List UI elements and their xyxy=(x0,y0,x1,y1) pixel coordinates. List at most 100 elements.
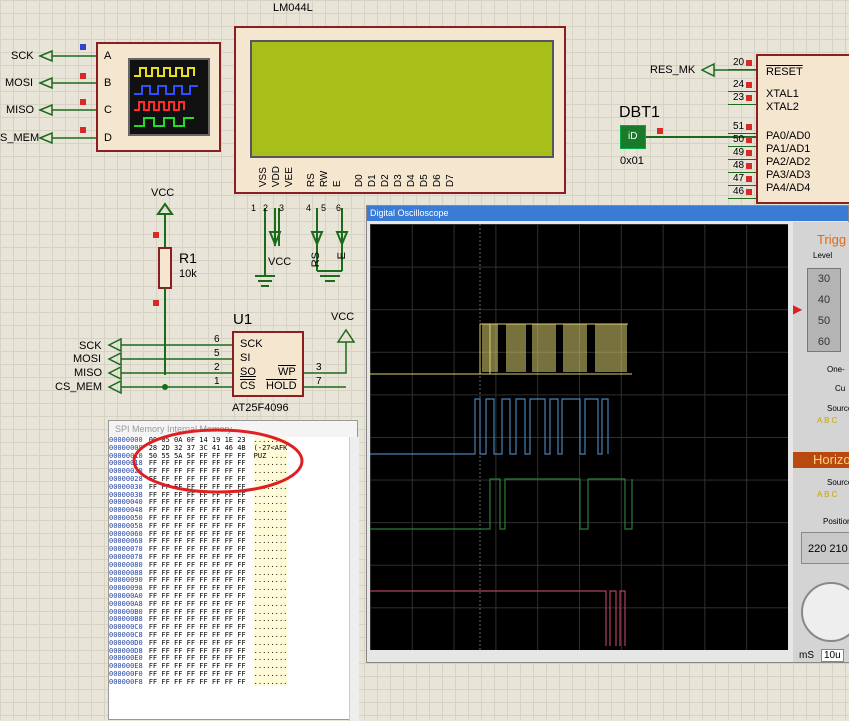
hex-address: 000000C8 xyxy=(109,630,143,639)
trace-d xyxy=(370,590,626,646)
lcd-pin: D5 xyxy=(419,174,430,188)
level-tick: 40 xyxy=(817,294,831,306)
mcu-pin-name: XTAL2 xyxy=(766,101,799,113)
pin-a-label: A xyxy=(104,50,112,62)
pin-marker xyxy=(746,82,752,88)
resistor-name: R1 xyxy=(179,250,197,266)
dbt-value: 0x01 xyxy=(620,155,644,167)
hex-ascii: ........ xyxy=(253,545,288,554)
lcd-pin-num: 3 xyxy=(279,203,285,213)
lcd-pin: D7 xyxy=(445,174,456,188)
lcd-pin: VSS xyxy=(258,167,269,188)
timebase-knob[interactable] xyxy=(801,582,849,642)
hex-address: 00000058 xyxy=(109,521,143,530)
hex-bytes: FF FF FF FF FF FF FF FF xyxy=(148,545,246,554)
hex-address: 00000040 xyxy=(109,498,143,507)
hex-scrollbar[interactable] xyxy=(349,437,359,721)
debug-terminal-icon[interactable]: iD xyxy=(620,125,646,149)
level-dial[interactable]: 30 40 50 60 xyxy=(807,268,841,352)
pin-marker xyxy=(746,95,752,101)
level-tick: 60 xyxy=(817,336,831,348)
mcu-pin-number: 51 xyxy=(733,121,745,132)
hex-address: 000000A0 xyxy=(109,591,143,600)
hex-address: 000000E8 xyxy=(109,662,143,671)
vcc-label: VCC xyxy=(151,187,175,199)
e-label: E xyxy=(336,252,348,260)
mcu-pin-number: 48 xyxy=(733,160,745,171)
hex-bytes: FF FF FF FF FF FF FF FF xyxy=(148,560,246,569)
trigger-heading: Trigg xyxy=(817,232,847,247)
pin-marker xyxy=(746,189,752,195)
hex-bytes: FF FF FF FF FF FF FF FF xyxy=(148,623,246,632)
mcu-component[interactable]: RESET XTAL1 XTAL2 PA0/AD0 PA1/AD1 PA2/AD2 PA3/… xyxy=(756,54,849,204)
hex-bytes: FF FF FF FF FF FF FF FF xyxy=(148,521,246,530)
hex-ascii: ........ xyxy=(253,662,288,671)
hex-address: 00000078 xyxy=(109,552,143,561)
hex-ascii: ........ xyxy=(253,498,288,507)
source-options: A B C xyxy=(817,490,838,499)
hex-address: 000000D0 xyxy=(109,638,143,647)
hex-ascii: ........ xyxy=(253,591,288,600)
level-tick: 30 xyxy=(817,273,831,285)
mcu-pin-name: PA2/AD2 xyxy=(766,156,811,168)
u1-part: AT25F4096 xyxy=(232,402,289,414)
hex-ascii: ........ xyxy=(253,513,288,522)
lcd-component[interactable]: VSS VDD VEE RS RW E D0 D1 D2 D3 D4 D5 D6… xyxy=(234,26,566,194)
hex-address: 000000C0 xyxy=(109,623,143,632)
position-value: 220 210 xyxy=(808,543,848,555)
net-label-mosi: MOSI xyxy=(73,353,102,365)
pin-marker xyxy=(746,150,752,156)
pin-marker xyxy=(746,163,752,169)
pin-marker xyxy=(153,300,159,306)
lcd-pin: D3 xyxy=(393,174,404,188)
net-label-mosi: MOSI xyxy=(5,77,34,89)
hex-bytes: FF FF FF FF FF FF FF FF xyxy=(148,498,246,507)
pin-marker xyxy=(746,176,752,182)
mcu-pin-name: PA4/AD4 xyxy=(766,182,811,194)
net-label-cs-mem: S_MEM xyxy=(0,132,40,144)
mcu-pin-name: RESET xyxy=(766,66,803,78)
hex-ascii: ........ xyxy=(253,630,288,639)
hex-bytes: FF FF FF FF FF FF FF FF xyxy=(148,646,246,655)
mcu-pin-number: 49 xyxy=(733,147,745,158)
mcu-pin-wire xyxy=(728,69,756,70)
timebase-value[interactable]: 10u xyxy=(821,649,844,662)
lcd-name: LM044L xyxy=(273,2,313,14)
source-label: Source xyxy=(827,404,849,413)
mcu-pin-wire xyxy=(728,198,756,199)
unit-label: mS xyxy=(799,650,814,661)
hex-address: 000000A8 xyxy=(109,599,143,608)
lcd-pin-num: 5 xyxy=(321,203,327,213)
trace-c xyxy=(370,478,633,530)
hex-address: 000000B8 xyxy=(109,615,143,624)
hex-bytes: FF FF FF FF FF FF FF FF xyxy=(148,662,246,671)
hex-bytes: FF FF FF FF FF FF FF FF xyxy=(148,599,246,608)
digital-oscilloscope-window[interactable]: Digital Oscilloscope Trigg Level 30 40 5… xyxy=(366,205,849,663)
pin-marker xyxy=(657,128,663,134)
hex-address: 000000E0 xyxy=(109,654,143,663)
dbt-icon-text: iD xyxy=(628,131,638,142)
u1-wires xyxy=(107,328,355,395)
lcd-pin: E xyxy=(332,180,343,188)
hex-address: 00000098 xyxy=(109,584,143,593)
logic-analyzer-component[interactable]: A B C D xyxy=(96,42,221,152)
pin-marker xyxy=(80,99,86,105)
oscilloscope-screen xyxy=(370,224,788,650)
hex-bytes: FF FF FF FF FF FF FF FF xyxy=(148,552,246,561)
mcu-pin-number: 47 xyxy=(733,173,745,184)
net-label-sck: SCK xyxy=(11,50,34,62)
hex-ascii: ........ xyxy=(253,615,288,624)
pin-marker xyxy=(746,60,752,66)
scope-icon xyxy=(128,58,210,136)
pin-marker xyxy=(80,44,86,50)
one-shot-label: One- xyxy=(827,365,845,374)
lcd-pin: D0 xyxy=(354,174,365,188)
hex-ascii: ........ xyxy=(253,537,288,546)
hex-bytes: FF FF FF FF FF FF FF FF xyxy=(148,615,246,624)
hex-bytes: FF FF FF FF FF FF FF FF xyxy=(148,607,246,616)
hex-address: 00000050 xyxy=(109,513,143,522)
hex-ascii: ........ xyxy=(253,638,288,647)
position-dial[interactable]: 220 210 xyxy=(801,532,849,564)
level-label: Level xyxy=(813,251,833,260)
lcd-pin: D4 xyxy=(406,174,417,188)
